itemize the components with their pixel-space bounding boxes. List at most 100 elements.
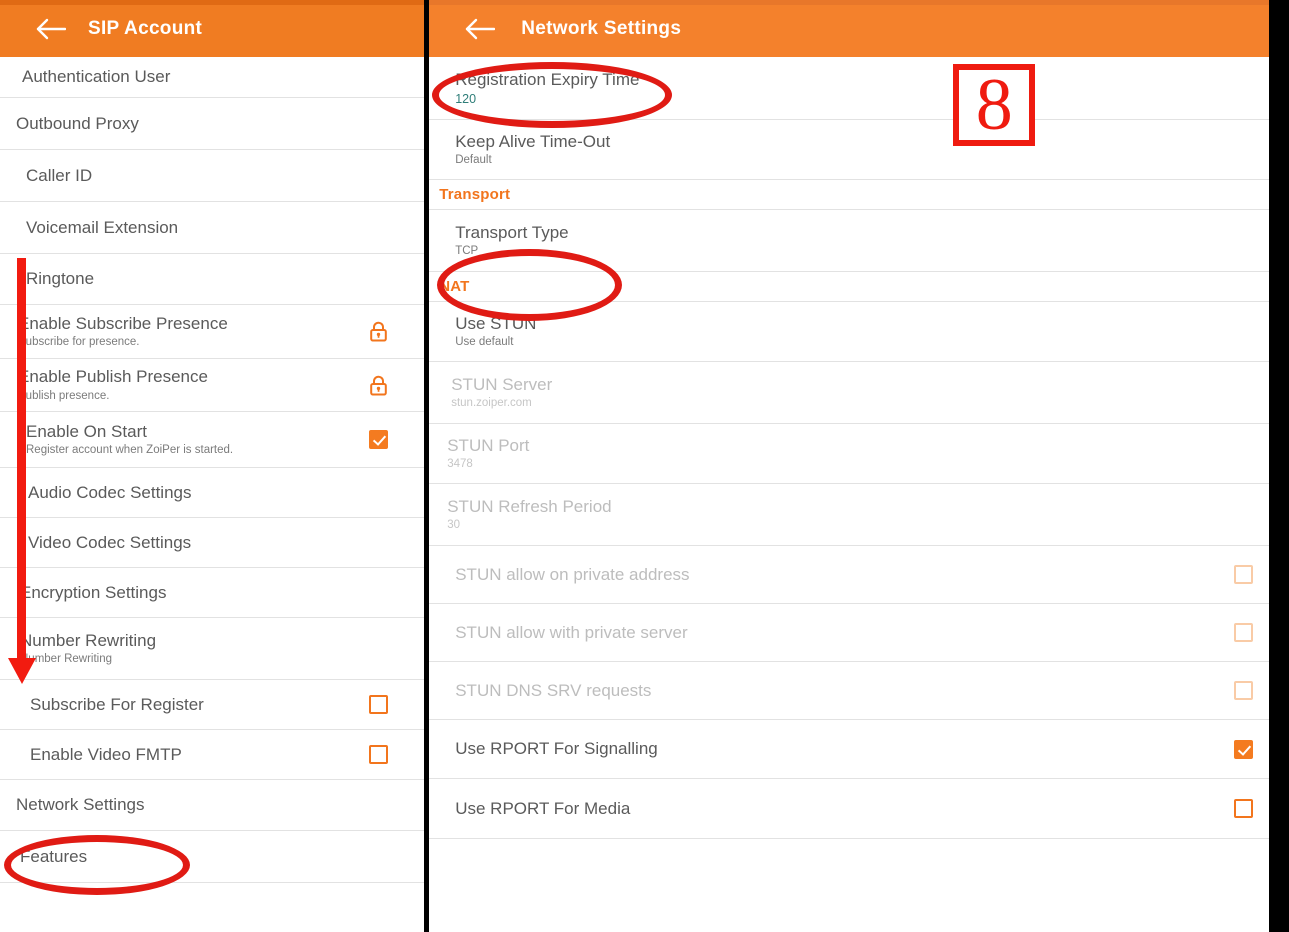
list-item-subtitle: 30 bbox=[447, 519, 461, 532]
list-item[interactable]: Enable Publish Presence Publish presence. bbox=[0, 359, 425, 412]
checkbox-checked[interactable] bbox=[368, 430, 388, 449]
list-item-control[interactable] bbox=[350, 745, 406, 764]
lock-icon bbox=[369, 321, 388, 342]
list-item-title: Use STUN bbox=[455, 313, 537, 333]
list-item-subtitle: Subscribe for presence. bbox=[18, 336, 140, 349]
list-item[interactable]: Video Codec Settings bbox=[0, 518, 425, 568]
list-item: STUN Refresh Period 30 bbox=[429, 484, 1289, 546]
checkbox-unchecked[interactable] bbox=[368, 695, 388, 714]
lock-icon bbox=[369, 375, 388, 396]
list-item-title: Network Settings bbox=[16, 795, 145, 815]
section-header: Transport bbox=[429, 180, 1289, 210]
list-item[interactable]: Subscribe For Register bbox=[0, 680, 425, 730]
list-item: STUN allow on private address bbox=[429, 546, 1289, 604]
right-settings-list: Registration Expiry Time 120 Keep Alive Ti… bbox=[429, 57, 1289, 839]
list-item-control[interactable] bbox=[350, 375, 406, 396]
list-item-title: Authentication User bbox=[22, 67, 171, 87]
list-item-title: Number Rewriting bbox=[20, 630, 157, 650]
list-item[interactable]: Number Rewriting Number Rewriting bbox=[0, 618, 425, 680]
list-item-control bbox=[1215, 681, 1271, 700]
list-item-title: Keep Alive Time-Out bbox=[455, 131, 611, 151]
list-item-title: Enable Subscribe Presence bbox=[18, 313, 228, 333]
checkbox-unchecked-disabled bbox=[1233, 681, 1253, 700]
list-item: STUN DNS SRV requests bbox=[429, 662, 1289, 720]
list-item-title: Ringtone bbox=[26, 269, 95, 289]
left-settings-list: Authentication User Outbound Proxy Caller … bbox=[0, 57, 425, 883]
list-item[interactable]: Registration Expiry Time 120 bbox=[429, 57, 1289, 120]
list-item-title: Enable Video FMTP bbox=[30, 744, 182, 764]
list-item: STUN allow with private server bbox=[429, 604, 1289, 662]
list-item-control[interactable] bbox=[1215, 799, 1271, 818]
list-item-title: Features bbox=[20, 846, 88, 866]
list-item[interactable]: Authentication User bbox=[0, 57, 425, 98]
list-item-title: STUN Server bbox=[451, 374, 553, 394]
list-item[interactable]: Use RPORT For Media bbox=[429, 779, 1289, 839]
list-item[interactable]: Keep Alive Time-Out Default bbox=[429, 120, 1289, 180]
list-item-subtitle: 120 bbox=[455, 92, 477, 107]
list-item-subtitle: Register account when ZoiPer is started. bbox=[26, 444, 234, 457]
list-item-subtitle: TCP bbox=[455, 245, 479, 258]
section-header: NAT bbox=[429, 272, 1289, 302]
checkbox-checked[interactable] bbox=[1233, 739, 1253, 759]
checkbox-unchecked-disabled bbox=[1233, 565, 1253, 584]
list-item[interactable]: Enable Subscribe Presence Subscribe for p… bbox=[0, 305, 425, 359]
list-item[interactable]: Network Settings bbox=[0, 780, 425, 831]
list-item-title: Use RPORT For Signalling bbox=[455, 739, 658, 759]
back-arrow-icon[interactable] bbox=[28, 18, 74, 40]
right-appbar: Network Settings bbox=[429, 0, 1289, 57]
list-item-title: STUN allow with private server bbox=[455, 622, 688, 642]
back-arrow-icon[interactable] bbox=[457, 18, 503, 40]
checkbox-unchecked[interactable] bbox=[1233, 799, 1253, 818]
left-appbar: SIP Account bbox=[0, 0, 425, 57]
list-item-subtitle: Use default bbox=[455, 336, 514, 349]
list-item: STUN Port 3478 bbox=[429, 424, 1289, 484]
list-item-control[interactable] bbox=[350, 321, 406, 342]
list-item[interactable]: Encryption Settings bbox=[0, 568, 425, 618]
list-item[interactable]: Use RPORT For Signalling bbox=[429, 720, 1289, 779]
list-item[interactable]: Features bbox=[0, 831, 425, 883]
right-appbar-title: Network Settings bbox=[521, 17, 682, 39]
list-item-control bbox=[1215, 565, 1271, 584]
list-item-title: Outbound Proxy bbox=[16, 113, 139, 133]
list-item-title: Transport Type bbox=[455, 222, 569, 242]
list-item-control bbox=[1215, 623, 1271, 642]
checkbox-unchecked[interactable] bbox=[368, 745, 388, 764]
list-item-title: Use RPORT For Media bbox=[455, 798, 631, 818]
list-item-title: Caller ID bbox=[26, 165, 93, 185]
list-item: STUN Server stun.zoiper.com bbox=[429, 362, 1289, 424]
list-item-title: Voicemail Extension bbox=[26, 217, 179, 237]
right-black-border bbox=[1269, 0, 1289, 932]
section-header-label: NAT bbox=[439, 278, 470, 295]
list-item-control[interactable] bbox=[350, 430, 406, 449]
list-item[interactable]: Ringtone bbox=[0, 254, 425, 305]
list-item-subtitle: Default bbox=[455, 154, 492, 167]
list-item-subtitle: Publish presence. bbox=[18, 389, 110, 402]
list-item[interactable]: Enable Video FMTP bbox=[0, 730, 425, 780]
left-appbar-title: SIP Account bbox=[88, 17, 203, 39]
list-item-control[interactable] bbox=[1215, 739, 1271, 759]
right-screenshot-network-settings: Network Settings Registration Expiry Tim… bbox=[429, 0, 1289, 932]
section-header-label: Transport bbox=[439, 186, 511, 203]
checkbox-unchecked-disabled bbox=[1233, 623, 1253, 642]
list-item-title: STUN allow on private address bbox=[455, 564, 690, 584]
dual-screenshot-comparison: SIP Account Authentication User Outbound … bbox=[0, 0, 1289, 932]
list-item-subtitle: Number Rewriting bbox=[20, 653, 113, 666]
list-item[interactable]: Audio Codec Settings bbox=[0, 468, 425, 518]
list-item-title: Registration Expiry Time bbox=[455, 69, 640, 89]
list-item[interactable]: Use STUN Use default bbox=[429, 302, 1289, 362]
list-item[interactable]: Voicemail Extension bbox=[0, 202, 425, 254]
list-item-control[interactable] bbox=[350, 695, 406, 714]
list-item-title: Audio Codec Settings bbox=[28, 482, 192, 502]
list-item-title: STUN Refresh Period bbox=[447, 496, 612, 516]
list-item-title: Encryption Settings bbox=[20, 582, 167, 602]
list-item[interactable]: Transport Type TCP bbox=[429, 210, 1289, 272]
list-item-title: Subscribe For Register bbox=[30, 694, 204, 714]
list-item[interactable]: Caller ID bbox=[0, 150, 425, 202]
list-item[interactable]: Outbound Proxy bbox=[0, 98, 425, 150]
left-screenshot-sip-account: SIP Account Authentication User Outbound … bbox=[0, 0, 425, 932]
list-item-title: STUN DNS SRV requests bbox=[455, 680, 652, 700]
list-item-title: Enable On Start bbox=[26, 421, 147, 441]
list-item-subtitle: stun.zoiper.com bbox=[451, 397, 532, 410]
list-item[interactable]: Enable On Start Register account when Zoi… bbox=[0, 412, 425, 468]
list-item-title: Enable Publish Presence bbox=[18, 367, 208, 387]
